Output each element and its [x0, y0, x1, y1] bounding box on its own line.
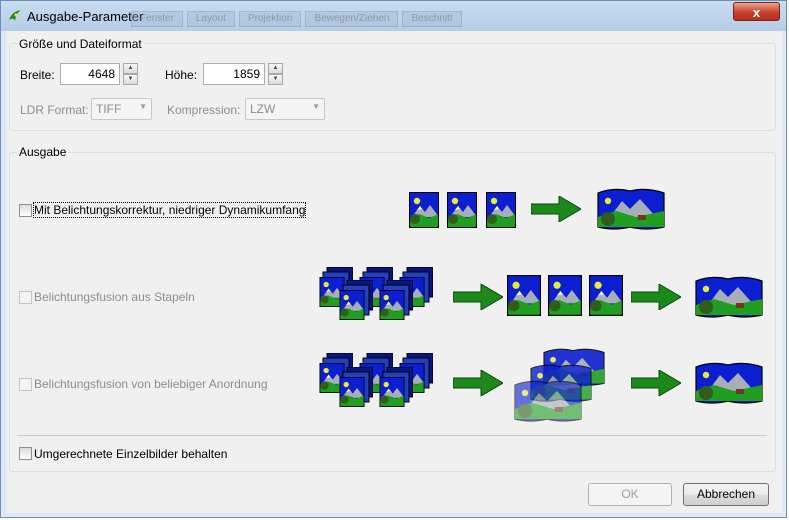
- row3-arrow-2: [631, 370, 681, 396]
- row1-arrow: [531, 196, 581, 222]
- dialog-window: Ausgabe-Parameter Fenster Layout Projekt…: [0, 0, 787, 518]
- row1-result-panorama: [597, 188, 665, 230]
- row3-fused-layers: [514, 348, 605, 422]
- row2-fused-images: [507, 275, 623, 316]
- row3-result-panorama: [695, 362, 763, 404]
- row2-result-panorama: [695, 276, 763, 318]
- row2-arrow-2: [631, 284, 681, 310]
- row3-arrow: [453, 370, 503, 396]
- row1-source-images: [409, 192, 516, 228]
- row2-arrow: [453, 284, 503, 310]
- illustrations: [1, 188, 763, 422]
- row2-stacks: [320, 267, 434, 320]
- row3-stacks: [320, 353, 434, 407]
